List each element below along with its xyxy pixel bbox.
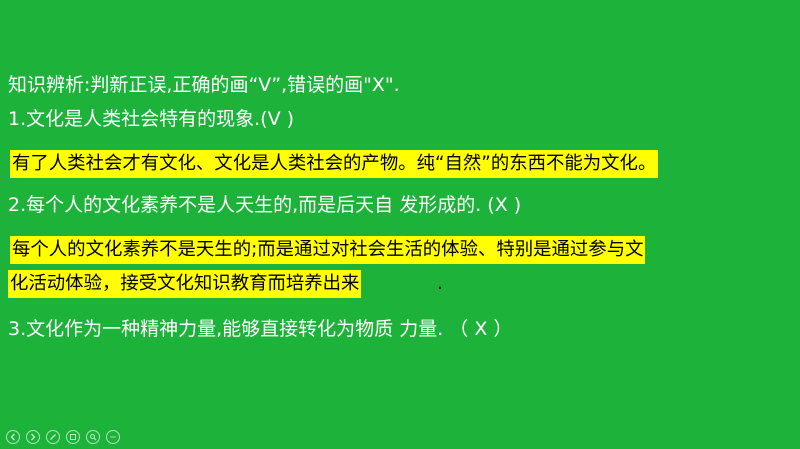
answer-2-line-2-highlight: 化活动体验，接受文化知识教育而培养出来 [8, 270, 362, 298]
next-icon[interactable] [26, 430, 40, 444]
more-icon[interactable] [106, 430, 120, 444]
prev-icon[interactable] [6, 430, 20, 444]
question-3: 3.文化作为一种精神力量,能够直接转化为物质 力量. （ X ） [8, 318, 513, 340]
pen-icon[interactable] [46, 430, 60, 444]
slide-heading: 知识辨析:判新正误,正确的画“V”,错误的画"X". [8, 74, 400, 96]
question-2: 2.每个人的文化素养不是人天生的,而是后天自 发形成的. (X ) [8, 194, 522, 216]
answer-2-line-1-highlight: 每个人的文化素养不是天生的;而是通过对社会生活的体验、特别是通过参与文 [10, 236, 646, 264]
slides-icon[interactable] [66, 430, 80, 444]
presentation-toolbar [6, 428, 120, 446]
question-1: 1.文化是人类社会特有的现象.(V ) [8, 108, 295, 130]
zoom-icon[interactable] [86, 430, 100, 444]
slide: 知识辨析:判新正误,正确的画“V”,错误的画"X". 1.文化是人类社会特有的现… [0, 0, 800, 449]
answer-1-highlight: 有了人类社会才有文化、文化是人类社会的产物。纯“自然”的东西不能为文化。 [10, 150, 659, 178]
answer-2-period: . [437, 273, 443, 294]
